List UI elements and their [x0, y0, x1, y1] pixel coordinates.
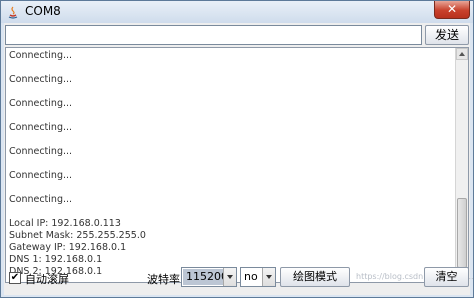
serial-output-area[interactable]: Connecting... Connecting... Connecting... C…	[5, 47, 469, 283]
console-line: Connecting...	[9, 98, 73, 109]
chevron-down-icon[interactable]	[223, 268, 236, 286]
baud-rate-select[interactable]: 115200	[181, 267, 237, 287]
line-ending-select[interactable]: no	[240, 267, 276, 287]
console-line: Gateway IP: 192.168.0.1	[9, 242, 127, 253]
console-line: Subnet Mask: 255.255.255.0	[9, 230, 146, 241]
autoscroll-label[interactable]: 自动滚屏	[25, 271, 69, 287]
title-bar[interactable]: COM8 ✕	[1, 1, 473, 23]
autoscroll-checkbox[interactable]: ✔	[9, 272, 21, 284]
bottom-toolbar: ✔ 自动滚屏 波特率 115200 no 绘图模式 https://blog.c…	[4, 263, 474, 293]
window-title: COM8	[25, 4, 61, 18]
chevron-down-icon[interactable]	[262, 268, 275, 286]
clear-button[interactable]: 清空	[424, 267, 469, 287]
serial-monitor-window: COM8 ✕ 发送 Connecting... Connecting... Conn…	[0, 0, 474, 298]
console-line: Connecting...	[9, 194, 73, 205]
console-line: Connecting...	[9, 170, 73, 181]
console-line: Local IP: 192.168.0.113	[9, 218, 121, 229]
console-line: Connecting...	[9, 74, 73, 85]
console-line: Connecting...	[9, 50, 73, 61]
vertical-scrollbar[interactable]	[455, 48, 468, 282]
java-icon	[8, 6, 18, 19]
baud-rate-label: 波特率	[147, 273, 180, 286]
serial-output-text: Connecting... Connecting... Connecting... C…	[9, 50, 453, 278]
line-ending-value: no	[244, 270, 258, 283]
plot-mode-button[interactable]: 绘图模式	[280, 267, 350, 287]
send-button[interactable]: 发送	[425, 25, 469, 45]
send-input[interactable]	[5, 25, 422, 45]
client-area: 发送 Connecting... Connecting... Connecting.…	[4, 23, 474, 295]
console-line: Connecting...	[9, 122, 73, 133]
scroll-thumb[interactable]	[457, 198, 467, 268]
close-button[interactable]: ✕	[434, 1, 470, 19]
scroll-up-icon[interactable]	[456, 48, 468, 60]
console-line: Connecting...	[9, 146, 73, 157]
